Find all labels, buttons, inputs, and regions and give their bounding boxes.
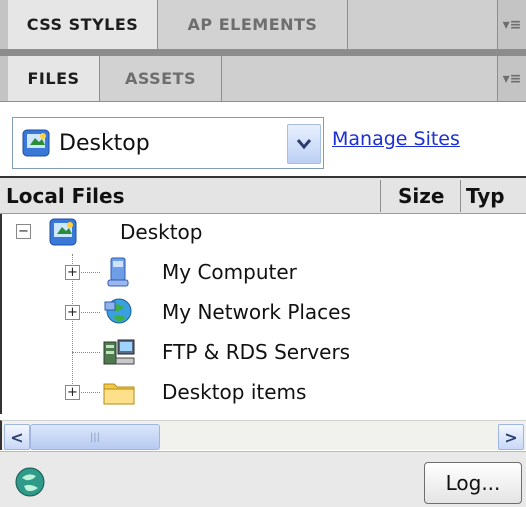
tree-item-ftp-rds-servers[interactable]: FTP & RDS Servers: [2, 334, 522, 370]
tab-spacer: [222, 56, 498, 101]
column-divider[interactable]: [380, 180, 381, 212]
column-type[interactable]: Typ: [466, 178, 505, 213]
connection-status-icon[interactable]: [14, 466, 46, 498]
site-selector-value: Desktop: [59, 130, 150, 156]
status-bar: Log...: [0, 451, 526, 507]
tree-node-label: Desktop: [120, 220, 203, 244]
tree-node-label: My Computer: [162, 260, 297, 284]
scroll-thumb[interactable]: |||: [30, 424, 160, 450]
tab-ap-elements[interactable]: AP ELEMENTS: [158, 0, 348, 49]
chevron-down-icon[interactable]: [287, 124, 321, 164]
file-tree: − Desktop + My Computer + My Network Pla…: [0, 214, 526, 414]
file-list-header: Local Files Size Typ: [0, 176, 526, 214]
css-panel-tabs: CSS STYLES AP ELEMENTS ▾≡: [0, 0, 526, 50]
tree-node-label: FTP & RDS Servers: [162, 340, 351, 364]
computer-icon: [102, 256, 134, 288]
panel-options-icon[interactable]: ▾≡: [498, 56, 526, 101]
tree-node-label: Desktop items: [162, 380, 307, 404]
tab-spacer: [348, 0, 498, 49]
column-local-files[interactable]: Local Files: [6, 178, 125, 213]
desktop-icon: [48, 217, 78, 247]
tree-item-my-network-places[interactable]: + My Network Places: [2, 294, 522, 330]
tree-root-desktop[interactable]: − Desktop: [2, 214, 522, 250]
folder-icon: [102, 378, 136, 406]
expand-icon[interactable]: +: [65, 305, 80, 320]
column-divider[interactable]: [460, 180, 461, 212]
ftp-server-icon: [102, 336, 136, 368]
log-button[interactable]: Log...: [424, 462, 522, 504]
scroll-left-icon[interactable]: <: [4, 424, 30, 450]
expand-icon[interactable]: +: [65, 385, 80, 400]
tree-node-label: My Network Places: [162, 300, 351, 324]
collapse-icon[interactable]: −: [16, 224, 31, 239]
column-size[interactable]: Size: [398, 178, 444, 213]
files-panel-tabs: FILES ASSETS ▾≡: [0, 56, 526, 102]
panel-options-icon[interactable]: ▾≡: [498, 0, 526, 49]
expand-icon[interactable]: +: [65, 265, 80, 280]
network-places-icon: [102, 296, 134, 328]
tab-files[interactable]: FILES: [8, 56, 100, 101]
scroll-right-icon[interactable]: >: [498, 424, 524, 450]
tree-item-desktop-items[interactable]: + Desktop items: [2, 374, 522, 410]
desktop-icon: [21, 128, 51, 158]
horizontal-scrollbar[interactable]: < ||| >: [0, 420, 526, 450]
site-selector[interactable]: Desktop: [12, 117, 324, 169]
tab-assets[interactable]: ASSETS: [100, 56, 222, 101]
tab-css-styles[interactable]: CSS STYLES: [8, 0, 158, 49]
manage-sites-link[interactable]: Manage Sites: [332, 128, 460, 150]
tree-item-my-computer[interactable]: + My Computer: [2, 254, 522, 290]
